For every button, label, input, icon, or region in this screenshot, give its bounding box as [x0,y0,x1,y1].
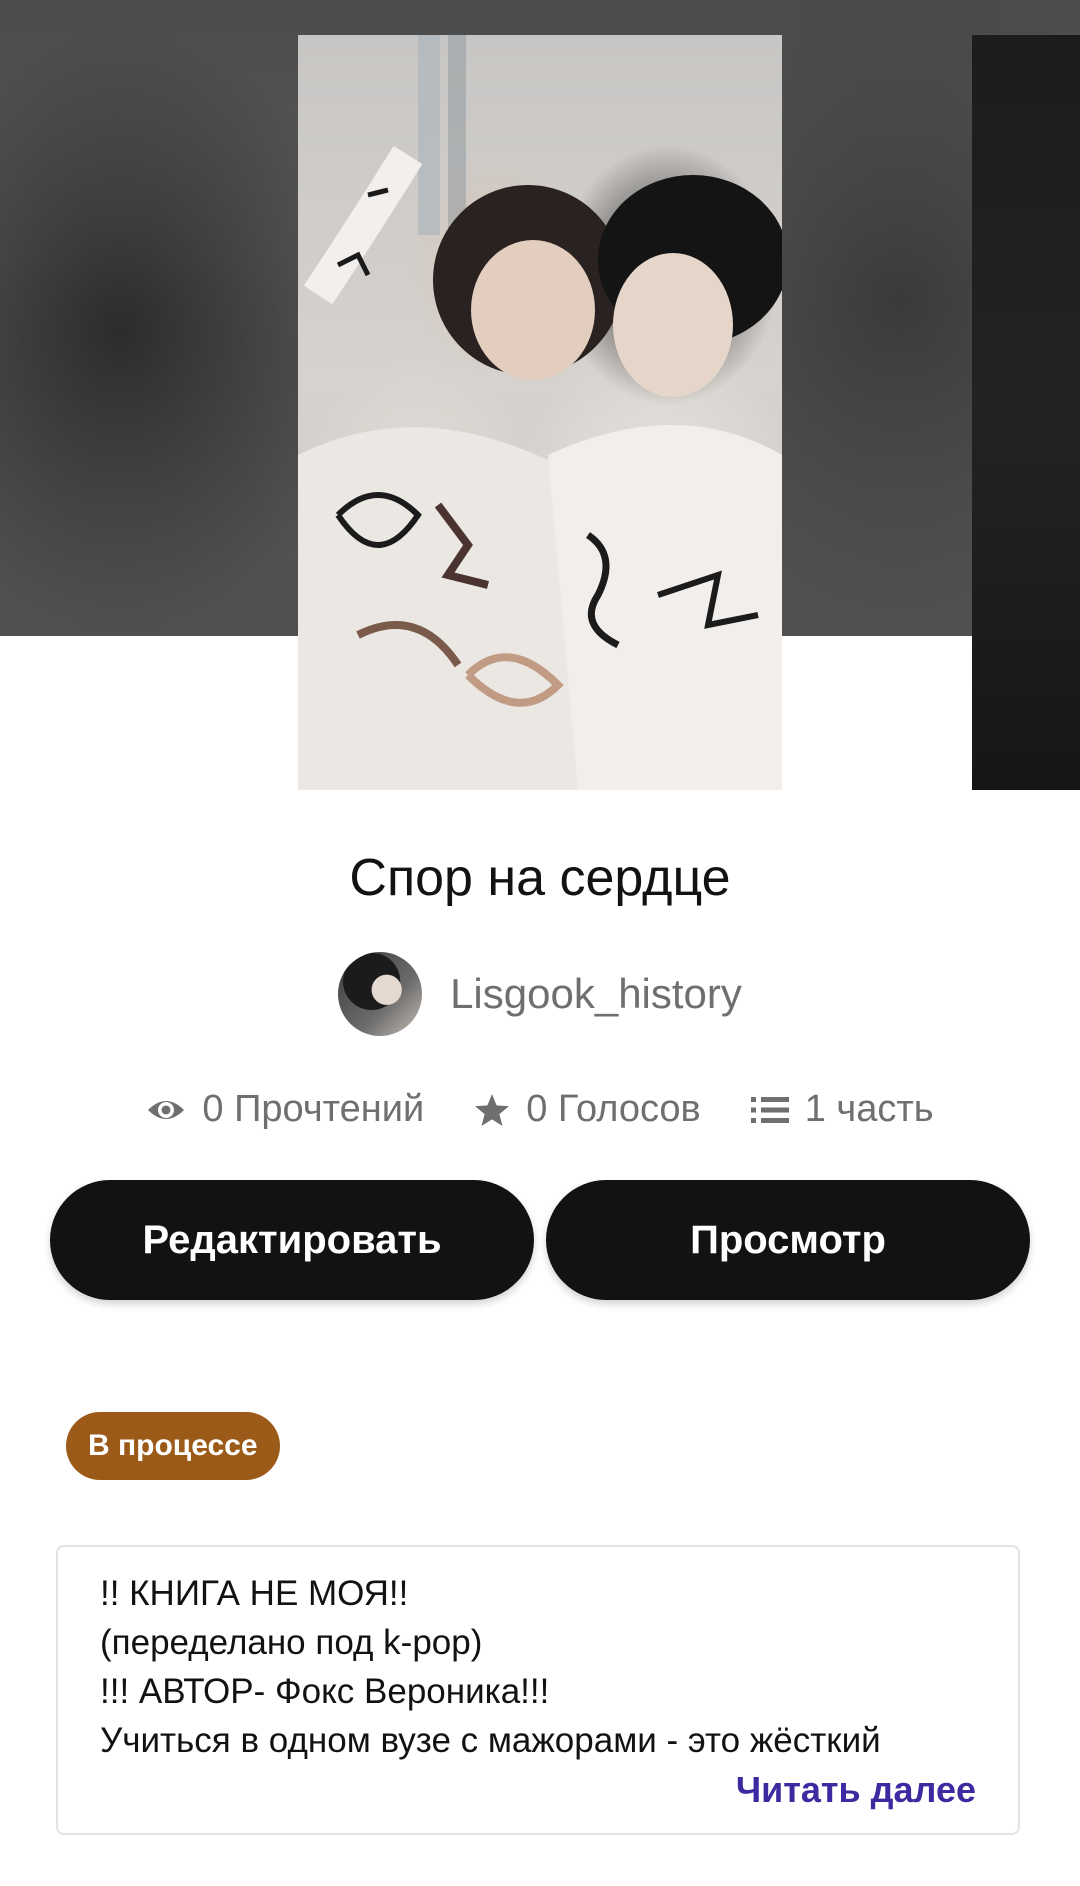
cover-artwork [298,35,782,790]
eye-icon [148,1100,185,1119]
author-row[interactable]: Lisgook_history [0,952,1080,1036]
status-badge: В процессе [66,1412,280,1480]
edit-button[interactable]: Редактировать [50,1180,534,1300]
list-icon [750,1096,789,1123]
star-icon [475,1093,510,1126]
description-line: !!! АВТОР- Фокс Вероника!!! [100,1672,550,1711]
author-name[interactable]: Lisgook_history [450,970,742,1018]
author-avatar[interactable] [338,952,423,1036]
reads-count: 0 Прочтений [202,1088,425,1130]
description-line: !! КНИГА НЕ МОЯ!! [100,1574,409,1613]
parts-count: 1 часть [804,1088,934,1130]
description-text: !! КНИГА НЕ МОЯ!! (переделано под k-pop)… [100,1569,881,1765]
book-cover-image[interactable] [298,35,782,790]
story-stats: 0 Прочтений 0 Голосов 1 часть [0,1088,1080,1131]
next-book-cover[interactable] [972,35,1080,790]
read-more-link[interactable]: Читать далее [736,1769,976,1811]
story-title: Спор на сердце [349,849,731,907]
votes-count: 0 Голосов [526,1088,701,1130]
reads-stat: 0 Прочтений [146,1088,424,1131]
description-line: Учиться в одном вузе с мажорами - это жё… [100,1721,881,1760]
description-box[interactable]: !! КНИГА НЕ МОЯ!! (переделано под k-pop)… [56,1545,1020,1835]
description-line: (переделано под k-pop) [100,1623,483,1662]
votes-stat: 0 Голосов [474,1088,701,1131]
view-button[interactable]: Просмотр [546,1180,1030,1300]
parts-stat: 1 часть [750,1088,934,1131]
